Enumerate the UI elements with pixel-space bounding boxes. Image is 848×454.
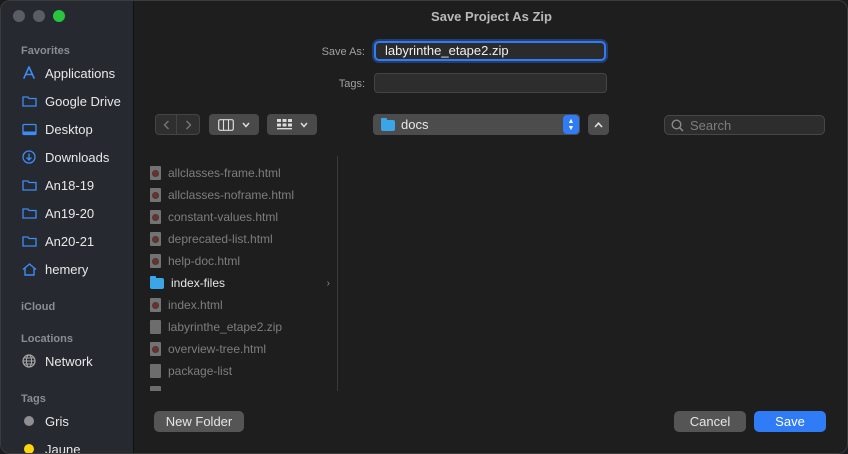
sidebar-item-label: Gris [45,413,69,429]
sidebar-item-an18-19[interactable]: An18-19 [21,173,133,197]
desktop-icon [21,121,37,137]
file-icon [150,364,161,378]
list-item[interactable]: index-files › [150,272,330,294]
sidebar-item-label: An20-21 [45,233,95,249]
folder-icon [150,275,164,289]
search-placeholder: Search [690,117,732,133]
sidebar-item-google-drive[interactable]: Google Drive [21,89,133,113]
network-icon [21,353,37,369]
file-column: allclasses-frame.html allclasses-noframe… [134,156,338,391]
sidebar-item-applications[interactable]: Applications [21,61,133,85]
list-item[interactable]: allclasses-frame.html [150,162,330,184]
save-button[interactable]: Save [754,411,826,432]
list-item[interactable]: deprecated-list.html [150,228,330,250]
html-file-icon [150,188,161,202]
sidebar-item-label: An18-19 [45,177,95,193]
sidebar-item-label: hemery [45,261,89,277]
html-file-icon [150,232,161,246]
updown-arrows-icon: ▲ ▼ [563,115,579,134]
location-label: docs [401,117,429,132]
list-item[interactable]: allclasses-noframe.html [150,184,330,206]
tags-label: Tags: [338,78,365,90]
collapse-button[interactable] [588,114,609,135]
list-item[interactable]: constant-values.html [150,206,330,228]
file-icon [150,386,161,391]
grid-icon [276,118,292,129]
cancel-button[interactable]: Cancel [674,411,746,432]
sidebar-item-label: Network [45,353,93,369]
tag-color-icon [21,413,37,429]
list-item[interactable]: package-list [150,360,330,382]
zoom-button[interactable] [53,10,65,22]
save-as-value: labyrinthe_etape2.zip [385,43,509,58]
sidebar-item-an19-20[interactable]: An19-20 [21,201,133,225]
sidebar-section-tags[interactable]: Tags [21,393,46,405]
html-file-icon [150,166,161,180]
html-file-icon [150,254,161,268]
downloads-icon [21,149,37,165]
sidebar: Favorites Applications Google Drive Desk… [1,1,134,454]
save-as-label: Save As: [321,46,365,58]
list-item[interactable]: labyrinthe_etape2.zip [150,316,330,338]
tags-input[interactable] [374,73,607,93]
save-dialog: Favorites Applications Google Drive Desk… [0,0,848,454]
search-icon [671,118,684,132]
location-popup[interactable]: docs ▲ ▼ [373,114,580,135]
chevron-down-icon [299,122,308,128]
sidebar-item-downloads[interactable]: Downloads [21,145,133,169]
sidebar-item-network[interactable]: Network [21,349,133,373]
html-file-icon [150,210,161,224]
sidebar-section-locations[interactable]: Locations [21,333,73,345]
list-item[interactable]: overview-tree.html [150,338,330,360]
sidebar-item-label: Applications [45,65,116,81]
sidebar-item-hemery[interactable]: hemery [21,257,133,281]
sidebar-item-tag-jaune[interactable]: Jaune [21,437,133,454]
sidebar-section-icloud[interactable]: iCloud [21,301,55,313]
home-icon [21,261,37,277]
chevron-right-icon: › [326,277,330,289]
sidebar-item-label: Downloads [45,149,110,165]
folder-icon [21,177,37,193]
close-button[interactable] [13,10,25,22]
group-by-button[interactable] [267,114,317,135]
html-file-icon [150,342,161,356]
minimize-button[interactable] [33,10,45,22]
chevron-left-icon [163,120,169,129]
main-panel: Save Project As Zip Save As: labyrinthe_… [134,1,847,453]
sidebar-item-an20-21[interactable]: An20-21 [21,229,133,253]
sidebar-item-label: Google Drive [45,93,121,109]
sidebar-section-favorites: Favorites [21,45,70,57]
forward-button[interactable] [177,114,200,135]
folder-icon [21,233,37,249]
chevron-down-icon [242,122,250,128]
search-field[interactable]: Search [664,115,825,135]
dialog-title: Save Project As Zip [431,8,552,24]
list-item[interactable]: help-doc.html [150,250,330,272]
sidebar-item-label: Jaune [45,441,81,454]
folder-icon [21,205,37,221]
chevron-up-icon [594,121,603,128]
back-button[interactable] [155,114,177,135]
sidebar-item-tag-gris[interactable]: Gris [21,409,133,433]
new-folder-button[interactable]: New Folder [154,411,244,432]
columns-view-icon [218,118,234,131]
html-file-icon [150,298,161,312]
save-as-input[interactable]: labyrinthe_etape2.zip [374,41,606,61]
list-item[interactable] [150,382,330,391]
list-item[interactable]: index.html [150,294,330,316]
chevron-right-icon [185,120,191,129]
sidebar-item-desktop[interactable]: Desktop [21,117,133,141]
folder-icon [21,93,37,109]
view-mode-button[interactable] [209,114,259,135]
nav-back-forward [154,114,201,135]
tag-color-icon [21,441,37,453]
applications-icon [21,65,37,81]
sidebar-item-label: An19-20 [45,205,95,221]
sidebar-item-label: Desktop [45,121,93,137]
folder-icon [381,118,395,131]
zip-file-icon [150,320,161,334]
window-controls [13,10,65,22]
